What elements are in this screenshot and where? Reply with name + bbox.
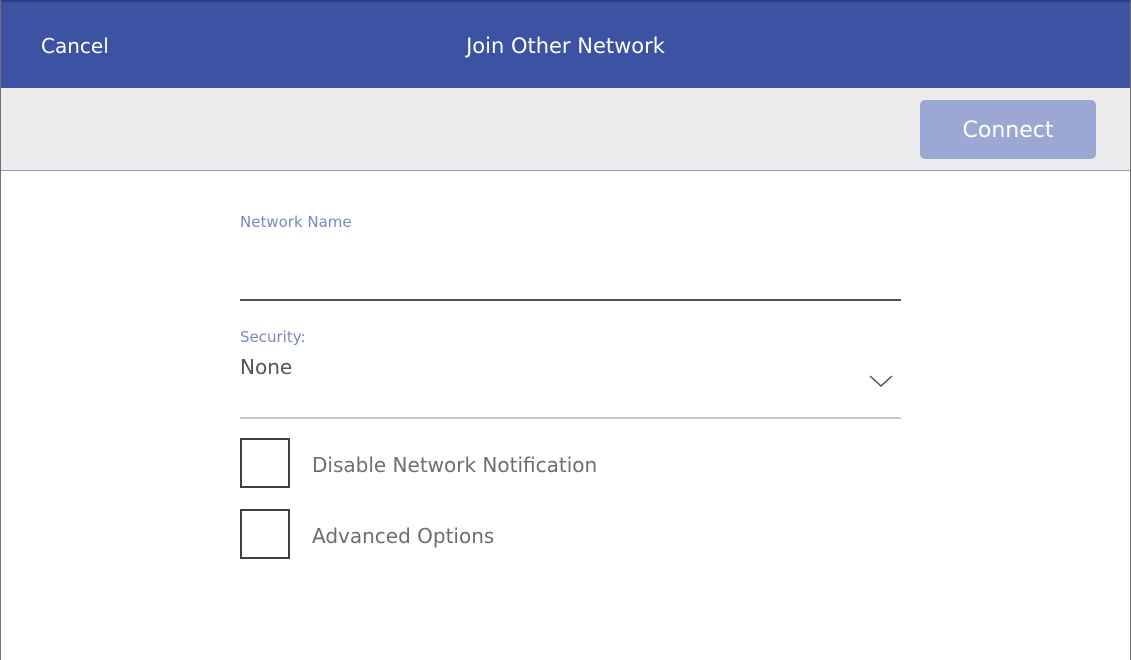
network-name-input[interactable] <box>240 243 901 301</box>
disable-notification-label: Disable Network Notification <box>312 453 598 477</box>
advanced-options-checkbox[interactable] <box>240 509 290 559</box>
connect-button[interactable]: Connect <box>920 100 1096 159</box>
advanced-options-label: Advanced Options <box>312 524 495 548</box>
security-label: Security: <box>240 328 306 346</box>
disable-notification-option[interactable]: Disable Network Notification <box>240 438 901 492</box>
join-network-screen: Cancel Join Other Network Connect Networ… <box>0 0 1131 660</box>
action-toolbar: Connect <box>1 88 1130 171</box>
cancel-button[interactable]: Cancel <box>41 2 109 90</box>
page-title: Join Other Network <box>466 34 665 58</box>
security-dropdown[interactable]: None <box>240 351 901 419</box>
chevron-down-icon <box>869 375 893 388</box>
advanced-options-option[interactable]: Advanced Options <box>240 509 901 563</box>
security-selected-value: None <box>240 355 293 379</box>
title-bar: Cancel Join Other Network <box>1 0 1130 88</box>
network-name-label: Network Name <box>240 213 352 231</box>
disable-notification-checkbox[interactable] <box>240 438 290 488</box>
